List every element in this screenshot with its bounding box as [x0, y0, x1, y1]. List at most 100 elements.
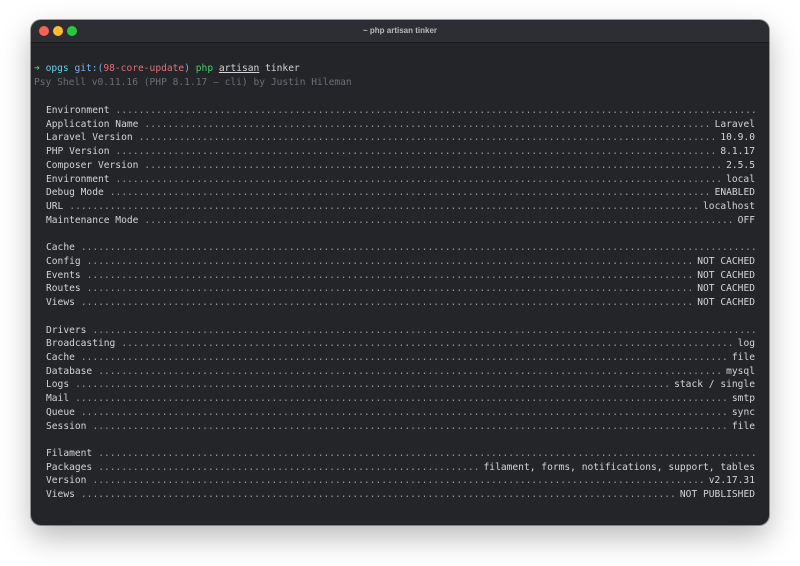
- git-label: git:: [74, 63, 98, 74]
- info-row: Session file: [46, 420, 755, 434]
- row-value: file: [731, 351, 755, 363]
- info-row: Version v2.17.31: [46, 474, 755, 488]
- window-title: ~ php artisan tinker: [362, 26, 438, 35]
- shell-prompt-line: ➜ opgs git:(98-core-update) php artisan …: [34, 63, 300, 74]
- dot-leader: [144, 159, 720, 173]
- terminal-output[interactable]: ➜ opgs git:(98-core-update) php artisan …: [34, 42, 769, 525]
- section-heading: Environment: [46, 104, 755, 118]
- dot-leader: [144, 214, 731, 228]
- current-directory: opgs: [45, 63, 69, 74]
- dot-leader: [144, 118, 708, 132]
- info-row: Packages filament, forms, notifications, …: [46, 461, 755, 475]
- row-value: local: [726, 173, 755, 185]
- row-key: Cache: [46, 351, 75, 363]
- row-value: sync: [731, 406, 755, 418]
- row-value: OFF: [737, 214, 755, 226]
- dot-leader: [139, 131, 715, 145]
- row-key: Events: [46, 269, 81, 281]
- row-key: Database: [46, 365, 93, 377]
- row-key: Config: [46, 255, 81, 267]
- row-value: localhost: [703, 201, 755, 213]
- dot-leader: [98, 447, 755, 461]
- info-row: Logs stack / single: [46, 378, 755, 392]
- row-key: Views: [46, 489, 75, 501]
- info-row: Application Name Laravel: [46, 118, 755, 132]
- row-key: Queue: [46, 406, 75, 418]
- prompt-arrow-icon: ➜: [34, 63, 40, 74]
- dot-leader: [92, 474, 702, 488]
- row-key: Application Name: [46, 118, 139, 130]
- row-key: Environment: [46, 105, 110, 116]
- dot-leader: [87, 269, 692, 283]
- row-key: Drivers: [46, 324, 87, 336]
- title-bar: ~ php artisan tinker: [31, 20, 769, 43]
- info-row: Cache file: [46, 351, 755, 365]
- dot-leader: [98, 461, 477, 475]
- info-row: Mail smtp: [46, 392, 755, 406]
- info-row: URL localhost: [46, 200, 755, 214]
- row-value: file: [731, 420, 755, 432]
- section-heading: Cache: [46, 241, 755, 255]
- info-row: Debug Mode ENABLED: [46, 186, 755, 200]
- dot-leader: [81, 241, 755, 255]
- row-key: Packages: [46, 461, 93, 473]
- dot-leader: [81, 406, 726, 420]
- row-key: Broadcasting: [46, 338, 116, 350]
- dot-leader: [116, 173, 721, 187]
- row-value: NOT CACHED: [697, 283, 755, 295]
- dot-leader: [98, 365, 720, 379]
- row-value: NOT CACHED: [697, 297, 755, 309]
- row-value: NOT CACHED: [697, 269, 755, 281]
- row-key: Maintenance Mode: [46, 214, 139, 226]
- dot-leader: [110, 186, 709, 200]
- row-key: Composer Version: [46, 159, 139, 171]
- info-row: Environment local: [46, 173, 755, 187]
- info-row: Config NOT CACHED: [46, 255, 755, 269]
- command-artisan: artisan: [218, 63, 260, 74]
- command-php: php: [195, 63, 214, 74]
- dot-leader: [75, 378, 668, 392]
- row-key: Version: [46, 475, 87, 487]
- info-row: Views NOT PUBLISHED: [46, 488, 755, 502]
- dot-leader: [87, 282, 692, 296]
- dot-leader: [116, 145, 715, 159]
- info-row: Database mysql: [46, 365, 755, 379]
- row-value: v2.17.31: [708, 475, 755, 487]
- row-key: Views: [46, 297, 75, 309]
- info-row: Composer Version 2.5.5: [46, 159, 755, 173]
- dot-leader: [92, 324, 755, 338]
- row-value: 2.5.5: [726, 159, 755, 171]
- info-row: Broadcasting log: [46, 337, 755, 351]
- row-key: Laravel Version: [46, 132, 133, 144]
- terminal-window: ~ php artisan tinker ➜ opgs git:(98-core…: [31, 20, 769, 525]
- row-key: Routes: [46, 283, 81, 295]
- command-tinker: tinker: [265, 63, 300, 74]
- row-value: log: [737, 338, 755, 350]
- dot-leader: [75, 392, 726, 406]
- section-heading: Drivers: [46, 324, 755, 338]
- row-key: Logs: [46, 379, 70, 391]
- info-row: Events NOT CACHED: [46, 269, 755, 283]
- row-value: Laravel: [714, 118, 755, 130]
- row-value: 10.9.0: [720, 132, 755, 144]
- dot-leader: [87, 255, 692, 269]
- row-key: Session: [46, 420, 87, 432]
- info-row: Queue sync: [46, 406, 755, 420]
- dot-leader: [121, 337, 731, 351]
- dot-leader: [81, 488, 674, 502]
- row-value: ENABLED: [714, 187, 755, 199]
- row-key: URL: [46, 201, 64, 213]
- row-value: 8.1.17: [720, 146, 755, 158]
- row-key: PHP Version: [46, 146, 110, 158]
- dot-leader: [81, 296, 691, 310]
- info-row: Laravel Version 10.9.0: [46, 131, 755, 145]
- row-key: Debug Mode: [46, 187, 104, 199]
- row-key: Mail: [46, 393, 70, 405]
- row-key: Cache: [46, 242, 75, 254]
- info-row: Maintenance Mode OFF: [46, 214, 755, 228]
- info-row: Views NOT CACHED: [46, 296, 755, 310]
- dot-leader: [92, 420, 725, 434]
- row-key: Filament: [46, 448, 93, 459]
- psy-shell-banner: Psy Shell v0.11.16 (PHP 8.1.17 — cli) by…: [34, 77, 352, 88]
- git-branch: 98-core-update: [103, 63, 185, 74]
